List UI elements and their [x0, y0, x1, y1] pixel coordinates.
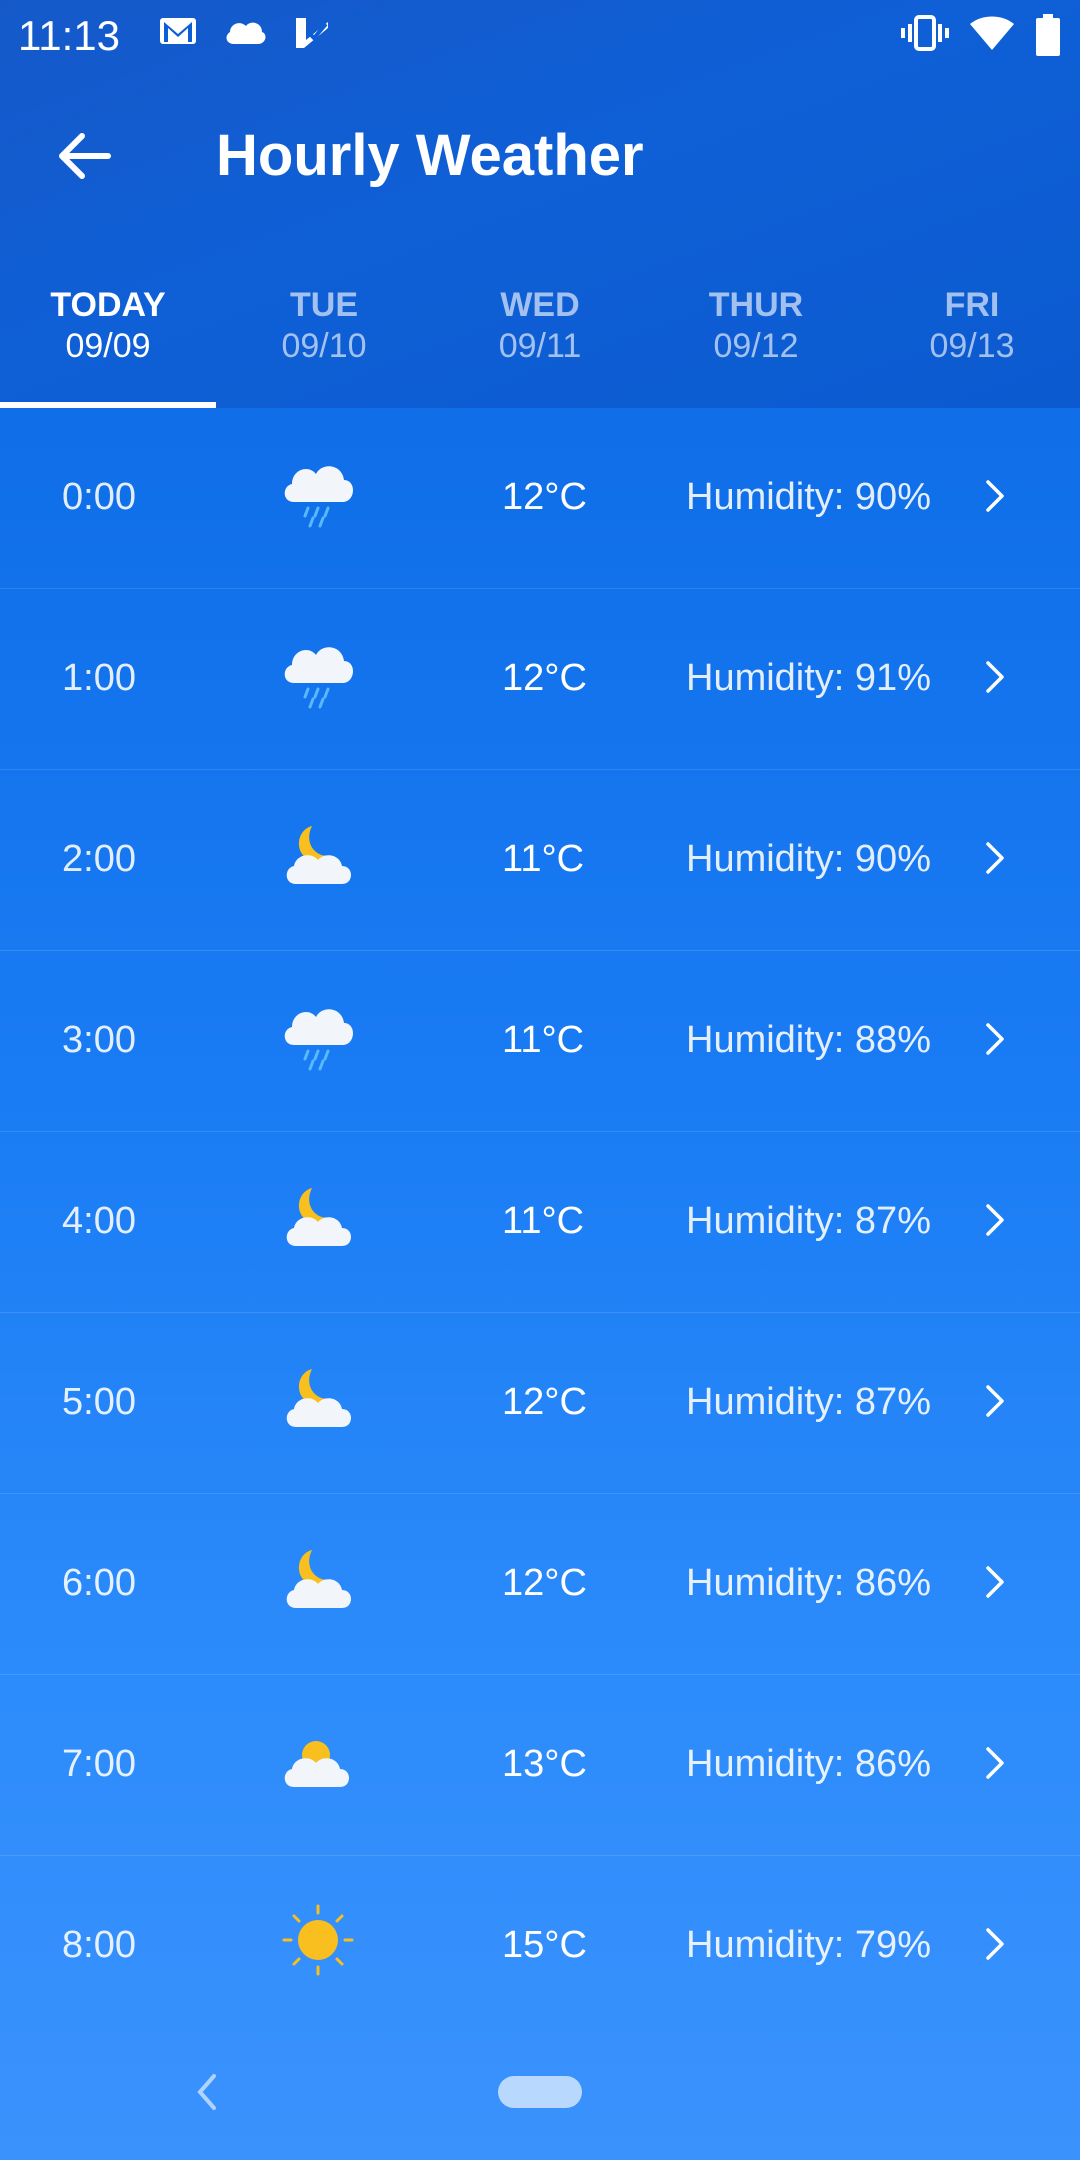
tab-day-label: TODAY [50, 286, 166, 324]
hour-humidity: Humidity: 87% [686, 1381, 931, 1423]
hour-time: 7:00 [62, 1743, 136, 1785]
hour-temperature: 12°C [502, 1381, 587, 1423]
tab-date-label: 09/13 [929, 327, 1015, 365]
hour-humidity: Humidity: 79% [686, 1924, 931, 1966]
tab-wed[interactable]: WED 09/11 [432, 270, 648, 408]
chevron-right-icon [980, 657, 1010, 697]
hour-time: 3:00 [62, 1019, 136, 1061]
hour-humidity: Humidity: 86% [686, 1562, 931, 1604]
hour-row[interactable]: 6:00 12°C Humidity: 86% [0, 1494, 1080, 1675]
rain-cloud-icon [278, 452, 358, 532]
hour-time: 1:00 [62, 657, 136, 699]
tab-day-label: THUR [708, 286, 804, 324]
hour-time: 0:00 [62, 476, 136, 518]
hour-time: 2:00 [62, 838, 136, 880]
hour-time: 4:00 [62, 1200, 136, 1242]
status-time: 11:13 [18, 12, 120, 59]
cloud-icon [222, 14, 268, 53]
tab-day-label: FRI [944, 286, 1000, 324]
checkmark-app-icon [292, 14, 332, 55]
hour-time: 5:00 [62, 1381, 136, 1423]
hour-humidity: Humidity: 87% [686, 1200, 931, 1242]
moon-cloud-icon [278, 814, 358, 894]
system-nav-bar [0, 2040, 1080, 2160]
nav-home-pill[interactable] [498, 2076, 582, 2108]
hour-time: 6:00 [62, 1562, 136, 1604]
chevron-right-icon [980, 1381, 1010, 1421]
hour-row[interactable]: 0:00 12°C Humidity: 90% [0, 408, 1080, 589]
tab-day-label: TUE [290, 286, 358, 324]
page-title: Hourly Weather [216, 123, 644, 188]
hour-humidity: Humidity: 91% [686, 657, 931, 699]
tab-today[interactable]: TODAY 09/09 [0, 270, 216, 408]
hour-temperature: 11°C [502, 1200, 585, 1242]
arrow-left-icon [59, 133, 111, 179]
moon-cloud-icon [278, 1357, 358, 1437]
hour-row[interactable]: 8:00 15°C Humidity: 79% [0, 1856, 1080, 2036]
tab-date-label: 09/10 [281, 327, 367, 365]
sun-icon [278, 1900, 358, 1980]
hour-temperature: 12°C [502, 1562, 587, 1604]
day-tabs: TODAY 09/09 TUE 09/10 WED 09/11 THUR 09/… [0, 270, 1080, 408]
hour-temperature: 13°C [502, 1743, 587, 1785]
tab-date-label: 09/12 [713, 327, 799, 365]
chevron-right-icon [980, 1200, 1010, 1240]
tab-date-label: 09/09 [65, 327, 151, 365]
rain-cloud-icon [278, 995, 358, 1075]
hour-row[interactable]: 7:00 13°C Humidity: 86% [0, 1675, 1080, 1856]
chevron-right-icon [980, 1562, 1010, 1602]
hour-row[interactable]: 4:00 11°C Humidity: 87% [0, 1132, 1080, 1313]
tab-date-label: 09/11 [498, 327, 582, 365]
status-bar: 11:13 [0, 0, 1080, 72]
hour-row[interactable]: 5:00 12°C Humidity: 87% [0, 1313, 1080, 1494]
rain-cloud-icon [278, 633, 358, 713]
hour-time: 8:00 [62, 1924, 136, 1966]
chevron-right-icon [980, 1743, 1010, 1783]
back-button[interactable] [48, 122, 120, 194]
chevron-right-icon [980, 476, 1010, 516]
hour-row[interactable]: 1:00 12°C Humidity: 91% [0, 589, 1080, 770]
battery-icon [1036, 14, 1060, 61]
hour-row[interactable]: 2:00 11°C Humidity: 90% [0, 770, 1080, 951]
chevron-right-icon [980, 1019, 1010, 1059]
hour-humidity: Humidity: 86% [686, 1743, 931, 1785]
sun-cloud-icon [278, 1719, 358, 1799]
hour-temperature: 11°C [502, 1019, 585, 1061]
hour-temperature: 11°C [502, 838, 585, 880]
chevron-right-icon [980, 1924, 1010, 1964]
vibrate-icon [900, 14, 950, 57]
hour-temperature: 12°C [502, 657, 587, 699]
hour-row[interactable]: 3:00 11°C Humidity: 88% [0, 951, 1080, 1132]
nav-back-button[interactable] [192, 2070, 222, 2114]
hour-humidity: Humidity: 90% [686, 838, 931, 880]
hour-temperature: 15°C [502, 1924, 587, 1966]
wifi-icon [968, 14, 1016, 57]
hour-humidity: Humidity: 88% [686, 1019, 931, 1061]
hour-temperature: 12°C [502, 476, 587, 518]
chevron-right-icon [980, 838, 1010, 878]
gmail-icon [158, 14, 198, 53]
tab-thur[interactable]: THUR 09/12 [648, 270, 864, 408]
chevron-left-icon [197, 2074, 216, 2110]
tab-day-label: WED [500, 286, 580, 324]
moon-cloud-icon [278, 1538, 358, 1618]
tab-fri[interactable]: FRI 09/13 [864, 270, 1080, 408]
moon-cloud-icon [278, 1176, 358, 1256]
hour-humidity: Humidity: 90% [686, 476, 931, 518]
tab-tue[interactable]: TUE 09/10 [216, 270, 432, 408]
